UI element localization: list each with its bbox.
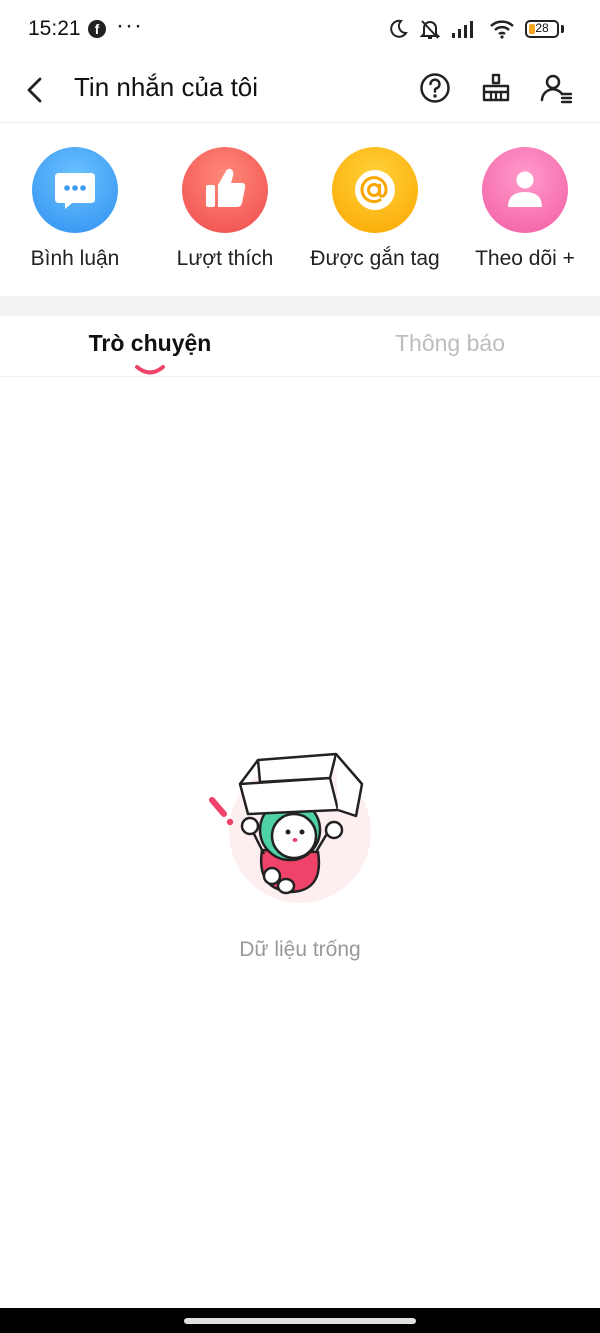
category-followers[interactable]: Theo dõi + <box>450 147 600 271</box>
more-dots-icon: ··· <box>116 12 143 39</box>
category-followers-badge <box>482 147 568 233</box>
status-bar: 15:21 f ··· 28 <box>0 0 600 60</box>
bell-off-icon <box>419 20 441 39</box>
category-likes-badge <box>182 147 268 233</box>
user-settings-icon[interactable] <box>536 68 576 108</box>
wifi-icon <box>490 20 514 39</box>
page-title: Tin nhắn của tôi <box>74 72 259 102</box>
category-followers-label: Theo dõi + <box>475 247 575 270</box>
thumbs-up-icon <box>206 168 246 207</box>
system-nav-bar <box>0 1308 600 1333</box>
moon-icon <box>390 19 408 38</box>
facebook-icon: f <box>88 20 106 38</box>
tab-notifications[interactable]: Thông báo <box>300 330 600 357</box>
tab-chat[interactable]: Trò chuyện <box>0 330 300 357</box>
category-likes-label: Lượt thích <box>176 247 274 270</box>
person-icon <box>508 171 542 207</box>
battery-icon: 28 <box>525 20 559 38</box>
clear-broom-icon[interactable] <box>476 68 516 108</box>
back-arrow-icon[interactable] <box>18 70 58 110</box>
category-comments-label: Bình luận <box>30 247 120 270</box>
header: Tin nhắn của tôi <box>0 60 600 123</box>
signal-icon <box>452 21 473 38</box>
active-tab-indicator <box>135 365 165 375</box>
category-likes[interactable]: Lượt thích <box>150 147 300 271</box>
category-tagged-label: Được gắn tag <box>310 247 440 270</box>
category-tagged[interactable]: Được gắn tag <box>300 147 450 271</box>
message-categories: Bình luận Lượt thích Được gắn tag Theo d… <box>0 123 600 296</box>
home-indicator[interactable] <box>184 1318 416 1324</box>
at-sign-icon <box>355 170 395 210</box>
girl-with-box-illustration <box>209 752 371 903</box>
chat-bubble-icon <box>55 173 95 209</box>
category-comments-badge <box>32 147 118 233</box>
tab-bar: Trò chuyện Thông báo <box>0 316 600 377</box>
section-divider <box>0 296 600 316</box>
category-tagged-badge <box>332 147 418 233</box>
help-icon[interactable] <box>415 68 455 108</box>
battery-level: 28 <box>535 21 549 35</box>
category-comments[interactable]: Bình luận <box>0 147 150 271</box>
status-time: 15:21 <box>28 17 81 40</box>
empty-state-text: Dữ liệu trống <box>239 938 361 961</box>
status-icons: 28 <box>387 18 564 40</box>
